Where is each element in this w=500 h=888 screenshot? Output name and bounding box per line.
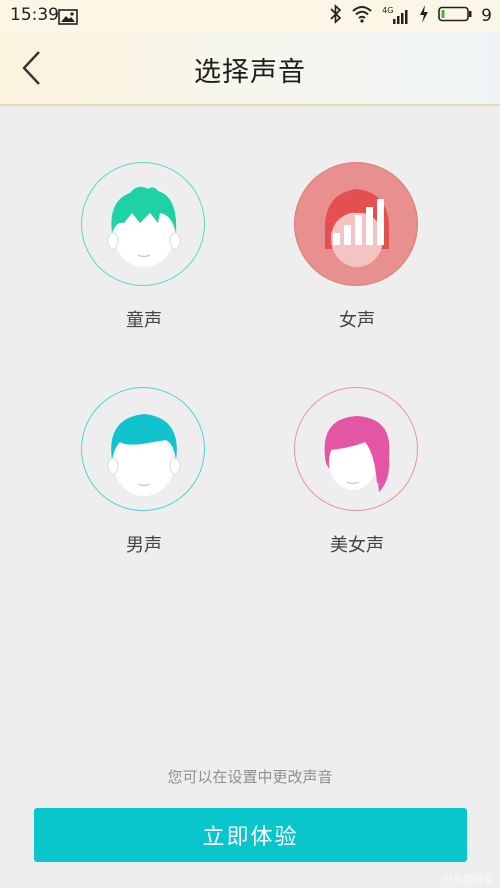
beauty-avatar <box>294 387 418 511</box>
image-icon <box>58 9 78 29</box>
voice-label-female: 女声 <box>339 310 375 331</box>
header: 选择声音 <box>0 32 500 106</box>
voice-label-child: 童声 <box>126 310 162 331</box>
selected-volume-icon <box>333 199 384 245</box>
child-avatar <box>81 162 205 286</box>
watermark: 什么值得买 <box>444 875 494 886</box>
voice-label-beauty: 美女声 <box>330 535 384 556</box>
status-bar: 15:39 4G 9 <box>0 0 500 32</box>
signal-icon: 4G <box>382 6 410 26</box>
voice-option-female[interactable]: 女声 <box>277 162 437 352</box>
charging-icon <box>419 5 429 27</box>
voice-label-male: 男声 <box>126 535 162 556</box>
settings-hint: 您可以在设置中更改声音 <box>167 768 333 786</box>
bluetooth-icon <box>330 4 342 28</box>
status-time: 15:39 <box>10 5 59 25</box>
battery-level: 9 <box>481 6 492 26</box>
female-avatar <box>294 162 418 286</box>
male-avatar <box>81 387 205 511</box>
wifi-icon <box>351 5 373 27</box>
page-title: 选择声音 <box>194 57 306 88</box>
voice-option-child[interactable]: 童声 <box>64 162 224 352</box>
battery-icon <box>438 6 472 26</box>
voice-option-male[interactable]: 男声 <box>64 387 224 577</box>
try-now-button[interactable]: 立即体验 <box>34 808 467 862</box>
voice-option-beauty[interactable]: 美女声 <box>277 387 437 577</box>
